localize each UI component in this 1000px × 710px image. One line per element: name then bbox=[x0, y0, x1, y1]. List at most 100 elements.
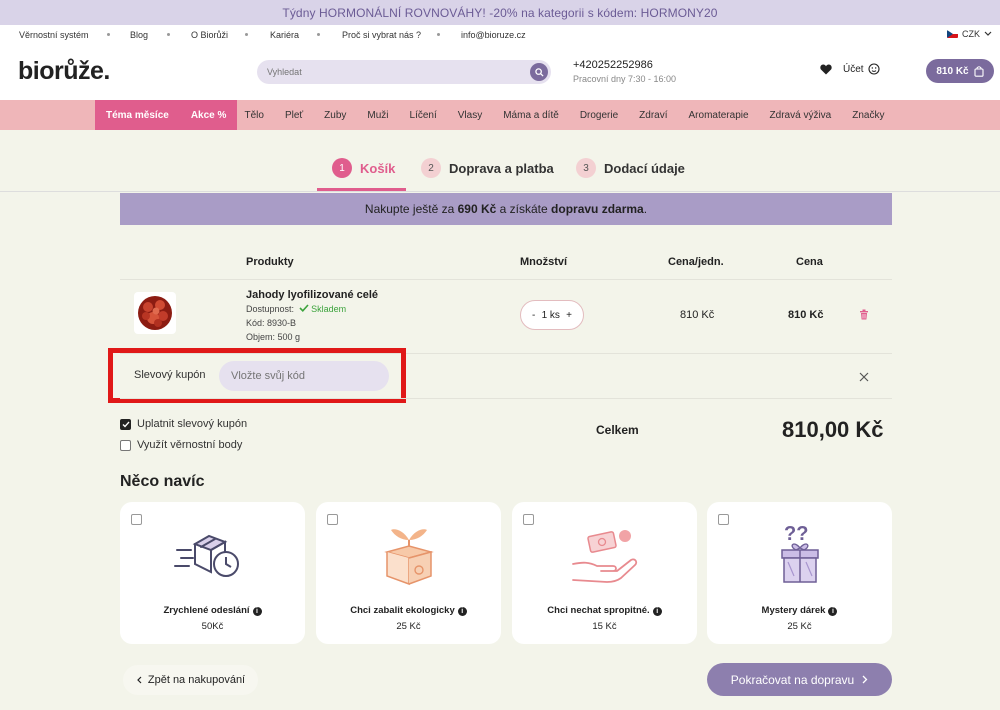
info-icon[interactable]: i bbox=[252, 607, 262, 616]
account-link[interactable]: Účet bbox=[843, 63, 880, 75]
close-icon[interactable] bbox=[859, 369, 869, 385]
search-icon bbox=[534, 67, 544, 77]
nav-item-theme-of-month[interactable]: Téma měsíce bbox=[95, 110, 180, 121]
fast-delivery-icon bbox=[173, 534, 239, 577]
step-delivery-details[interactable]: 3 Dodací údaje bbox=[576, 158, 685, 178]
free-shipping-middle: a získáte bbox=[496, 202, 552, 216]
extra-price: 15 Kč bbox=[592, 621, 617, 632]
nav-item-brands[interactable]: Značky bbox=[842, 110, 895, 121]
nav-item-skin[interactable]: Pleť bbox=[274, 110, 313, 121]
qty-decrease-button[interactable]: - bbox=[532, 310, 535, 321]
search-bar bbox=[257, 60, 551, 84]
nav-item-hair[interactable]: Vlasy bbox=[447, 110, 492, 121]
extra-title: Zrychlené odeslání i bbox=[120, 605, 305, 616]
free-shipping-prefix: Nakupte ještě za bbox=[364, 202, 458, 216]
step-shipping-payment[interactable]: 2 Doprava a platba bbox=[421, 158, 554, 178]
loyalty-points-option[interactable]: Využít věrnostní body bbox=[120, 439, 242, 451]
info-icon[interactable]: i bbox=[457, 607, 467, 616]
step-label: Dodací údaje bbox=[604, 160, 685, 176]
product-image[interactable] bbox=[134, 292, 176, 334]
nav-item-makeup[interactable]: Líčení bbox=[399, 110, 447, 121]
top-link-loyalty[interactable]: Věrnostní systém bbox=[19, 30, 89, 40]
extra-title-text: Mystery dárek bbox=[761, 605, 826, 616]
continue-to-shipping-button[interactable]: Pokračovat na dopravu bbox=[707, 663, 892, 696]
column-header-quantity: Množství bbox=[520, 256, 568, 268]
extra-checkbox[interactable] bbox=[327, 514, 338, 525]
step-number: 1 bbox=[332, 158, 352, 178]
back-to-shopping-button[interactable]: Zpět na nakupování bbox=[123, 665, 258, 695]
extra-card-fast-delivery[interactable]: Zrychlené odeslání i 50Kč bbox=[120, 502, 305, 644]
extra-price: 50Kč bbox=[201, 621, 224, 632]
eco-box-icon bbox=[383, 529, 434, 586]
apply-coupon-checkbox[interactable] bbox=[120, 418, 131, 430]
availability-status: Skladem bbox=[311, 304, 347, 314]
nav-item-aromatherapy[interactable]: Aromaterapie bbox=[678, 110, 759, 121]
currency-selector[interactable]: CZK bbox=[947, 29, 992, 39]
info-icon[interactable]: i bbox=[652, 607, 662, 616]
top-link-email[interactable]: info@bioruze.cz bbox=[461, 30, 526, 40]
trash-icon[interactable] bbox=[859, 309, 869, 323]
nav-item-health[interactable]: Zdraví bbox=[629, 110, 678, 121]
contact-phone[interactable]: +420252252986 bbox=[573, 59, 653, 71]
info-icon[interactable]: i bbox=[828, 607, 838, 616]
continue-button-label: Pokračovat na dopravu bbox=[730, 672, 855, 687]
coupon-highlight-frame bbox=[108, 348, 406, 403]
nav-item-mother-child[interactable]: Máma a dítě bbox=[493, 110, 570, 121]
nav-highlight-group: Téma měsíce Akce % bbox=[95, 100, 238, 130]
step-label: Doprava a platba bbox=[449, 160, 554, 176]
shopping-bag-icon bbox=[974, 65, 984, 77]
unit-price: 810 Kč bbox=[680, 309, 715, 321]
top-link-career[interactable]: Kariéra bbox=[270, 30, 299, 40]
category-nav: Téma měsíce Akce % Tělo Pleť Zuby Muži L… bbox=[0, 100, 1000, 130]
extra-card-mystery-gift[interactable]: ?? Mystery dárek i 25 Kč bbox=[707, 502, 892, 644]
nav-item-body[interactable]: Tělo bbox=[234, 110, 274, 121]
nav-item-teeth[interactable]: Zuby bbox=[314, 110, 357, 121]
extra-title-text: Chci zabalit ekologicky bbox=[350, 605, 455, 616]
total-label: Celkem bbox=[596, 423, 639, 437]
apply-coupon-option[interactable]: Uplatnit slevový kupón bbox=[120, 418, 247, 430]
availability-label: Dostupnost: bbox=[246, 304, 295, 314]
free-shipping-highlight: dopravu zdarma bbox=[551, 202, 644, 216]
column-header-unit-price: Cena/jedn. bbox=[668, 256, 724, 268]
wishlist-heart-icon[interactable] bbox=[820, 63, 832, 78]
nav-item-drugstore[interactable]: Drogerie bbox=[569, 110, 628, 121]
apply-coupon-label: Uplatnit slevový kupón bbox=[137, 418, 248, 430]
site-logo[interactable]: biorůže. bbox=[18, 57, 110, 86]
extra-title-text: Chci nechat spropitné. bbox=[547, 605, 650, 616]
mystery-gift-icon: ?? bbox=[780, 523, 819, 583]
product-code: Kód: 8930-B bbox=[246, 318, 297, 328]
promo-banner: Týdny HORMONÁLNÍ ROVNOVÁHY! -20% na kate… bbox=[0, 0, 1000, 25]
step-cart[interactable]: 1 Košík bbox=[332, 158, 395, 178]
extra-checkbox[interactable] bbox=[718, 514, 729, 525]
top-link-about[interactable]: O Biorůži bbox=[191, 30, 228, 40]
qty-increase-button[interactable]: + bbox=[566, 310, 572, 321]
nav-item-men[interactable]: Muži bbox=[357, 110, 399, 121]
separator-dot bbox=[167, 33, 170, 36]
qty-value[interactable]: 1 ks bbox=[542, 310, 560, 321]
extras-heading: Něco navíc bbox=[120, 473, 205, 490]
cart-button[interactable]: 810 Kč bbox=[926, 59, 994, 83]
nav-item-sale[interactable]: Akce % bbox=[180, 110, 238, 121]
loyalty-points-checkbox[interactable] bbox=[120, 439, 131, 451]
extra-checkbox[interactable] bbox=[523, 514, 534, 525]
strawberries-image bbox=[138, 296, 172, 330]
search-button[interactable] bbox=[530, 63, 548, 81]
product-name[interactable]: Jahody lyofilizované celé bbox=[246, 289, 378, 301]
top-link-why-us[interactable]: Proč si vybrat nás ? bbox=[342, 30, 421, 40]
extra-card-tip[interactable]: Chci nechat spropitné. i 15 Kč bbox=[512, 502, 697, 644]
back-button-label: Zpět na nakupování bbox=[147, 674, 246, 686]
extra-card-eco-packaging[interactable]: Chci zabalit ekologicky i 25 Kč bbox=[316, 502, 501, 644]
top-link-blog[interactable]: Blog bbox=[130, 30, 148, 40]
account-label: Účet bbox=[843, 63, 864, 75]
search-input[interactable] bbox=[267, 67, 507, 77]
czech-flag-icon bbox=[947, 30, 958, 38]
extra-checkbox[interactable] bbox=[131, 514, 142, 525]
nav-item-healthy-food[interactable]: Zdravá výživa bbox=[759, 110, 842, 121]
tip-hand-icon bbox=[571, 530, 637, 583]
cart-total: 810 Kč bbox=[936, 65, 969, 77]
separator-dot bbox=[107, 33, 110, 36]
step-number: 2 bbox=[421, 158, 441, 178]
separator-dot bbox=[317, 33, 320, 36]
opening-hours: Pracovní dny 7:30 - 16:00 bbox=[573, 74, 677, 84]
top-links-bar: Věrnostní systém Blog O Biorůži Kariéra … bbox=[0, 25, 1000, 45]
